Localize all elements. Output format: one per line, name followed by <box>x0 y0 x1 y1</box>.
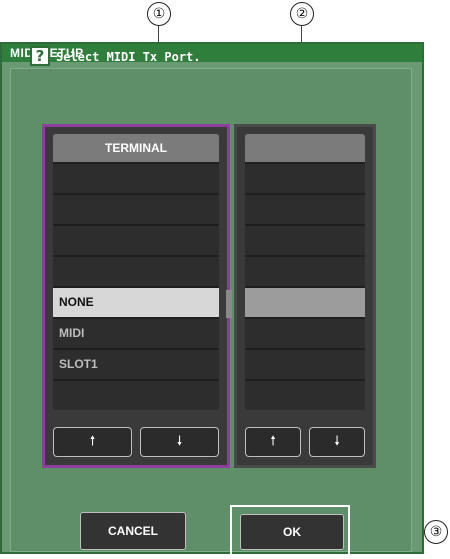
callout-1: ① <box>147 2 171 26</box>
terminal-list-item[interactable] <box>53 193 219 224</box>
callout-2: ② <box>290 2 314 26</box>
terminal-list-item[interactable] <box>53 379 219 410</box>
prompt-text: Select MIDI Tx Port. <box>56 50 201 64</box>
selection-connector <box>226 290 232 318</box>
arrow-up-icon[interactable]: 🠕 <box>245 427 301 457</box>
port-list-item[interactable] <box>245 348 365 379</box>
arrow-down-icon[interactable]: 🠗 <box>140 427 219 457</box>
terminal-list-header: TERMINAL <box>53 134 219 162</box>
terminal-list-item[interactable] <box>53 224 219 255</box>
terminal-list-item[interactable]: MIDI <box>53 317 219 348</box>
arrow-up-icon[interactable]: 🠕 <box>53 427 132 457</box>
port-list-header <box>245 134 365 162</box>
terminal-list-item[interactable] <box>53 255 219 286</box>
port-list-item[interactable] <box>245 224 365 255</box>
terminal-list-item-selected[interactable]: NONE <box>53 286 219 317</box>
terminal-scroll-buttons: 🠕 🠗 <box>53 427 219 457</box>
port-list-panel: 🠕 🠗 <box>234 124 376 468</box>
arrow-down-icon[interactable]: 🠗 <box>309 427 365 457</box>
ok-button[interactable]: OK <box>240 514 344 550</box>
port-list-item-selected[interactable] <box>245 286 365 317</box>
help-icon[interactable]: ? <box>30 46 50 66</box>
terminal-list-item[interactable] <box>53 162 219 193</box>
callout-3: ③ <box>424 520 448 544</box>
port-list-item[interactable] <box>245 162 365 193</box>
port-list-item[interactable] <box>245 193 365 224</box>
port-list-item[interactable] <box>245 255 365 286</box>
terminal-list-item[interactable]: SLOT1 <box>53 348 219 379</box>
port-scroll-buttons: 🠕 🠗 <box>245 427 365 457</box>
port-list-item[interactable] <box>245 317 365 348</box>
terminal-list-panel: TERMINAL NONE MIDI SLOT1 🠕 🠗 <box>42 124 230 468</box>
cancel-button[interactable]: CANCEL <box>80 512 186 550</box>
port-list-item[interactable] <box>245 379 365 410</box>
